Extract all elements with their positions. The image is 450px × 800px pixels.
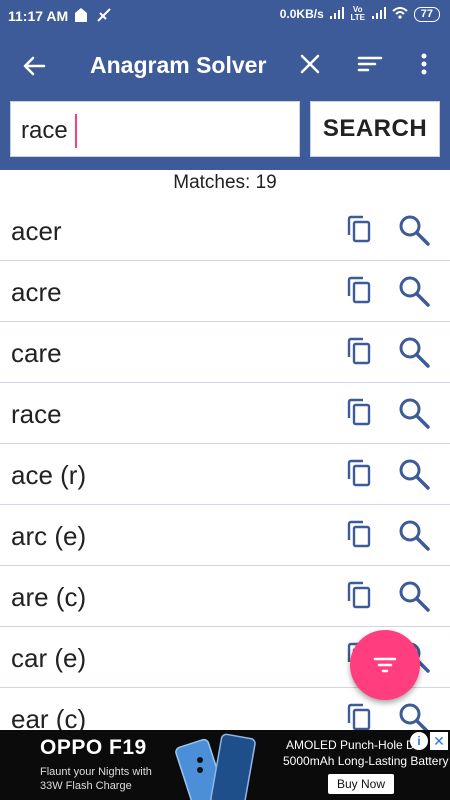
- list-item[interactable]: acre: [0, 261, 450, 322]
- list-item[interactable]: race: [0, 383, 450, 444]
- search-icon[interactable]: [396, 273, 432, 309]
- notification-icon: [96, 7, 112, 26]
- copy-icon[interactable]: [344, 396, 376, 428]
- search-icon[interactable]: [396, 517, 432, 553]
- search-row: SEARCH: [0, 98, 450, 170]
- list-item[interactable]: arc (e): [0, 505, 450, 566]
- ad-info-icon[interactable]: i: [410, 732, 428, 750]
- arrow-back-icon[interactable]: [18, 50, 50, 82]
- ad-banner[interactable]: OPPO F19 Flaunt your Nights with 33W Fla…: [0, 730, 450, 800]
- app-title: Anagram Solver: [90, 52, 267, 78]
- signal-icon: [329, 6, 344, 22]
- ad-close-icon[interactable]: ✕: [430, 732, 448, 750]
- search-icon[interactable]: [396, 456, 432, 492]
- list-item[interactable]: are (c): [0, 566, 450, 627]
- search-button[interactable]: SEARCH: [310, 101, 440, 157]
- filter-icon: [373, 657, 397, 673]
- search-icon[interactable]: [396, 334, 432, 370]
- sort-icon[interactable]: [356, 50, 384, 78]
- status-bar: 11:17 AM 0.0KB/s Vo LTE 77: [0, 0, 450, 32]
- list-item[interactable]: care: [0, 322, 450, 383]
- anagram-word: car (e): [11, 643, 87, 673]
- copy-icon[interactable]: [344, 579, 376, 611]
- text-cursor: [75, 114, 77, 148]
- battery-indicator: 77: [413, 6, 440, 22]
- wifi-icon: [392, 6, 408, 22]
- copy-icon[interactable]: [344, 274, 376, 306]
- search-box[interactable]: [10, 101, 300, 157]
- copy-icon[interactable]: [344, 213, 376, 245]
- anagram-word: race: [11, 399, 62, 429]
- copy-icon[interactable]: [344, 701, 376, 733]
- more-vert-icon[interactable]: [410, 50, 438, 78]
- ad-headline-1: AMOLED Punch-Hole Dis: [286, 738, 424, 752]
- ad-headline-2: 5000mAh Long-Lasting Battery: [283, 754, 449, 768]
- signal-icon-2: [371, 6, 386, 22]
- close-icon[interactable]: [296, 50, 324, 78]
- list-item[interactable]: acer: [0, 200, 450, 261]
- app-bar: Anagram Solver: [0, 32, 450, 98]
- search-icon[interactable]: [396, 212, 432, 248]
- anagram-word: acer: [11, 216, 62, 246]
- ad-brand: OPPO F19: [40, 736, 147, 759]
- search-icon[interactable]: [396, 578, 432, 614]
- copy-icon[interactable]: [344, 457, 376, 489]
- copy-icon[interactable]: [344, 335, 376, 367]
- search-input[interactable]: [21, 116, 281, 146]
- volte-label: Vo LTE: [350, 5, 365, 22]
- ad-phone-image: [170, 730, 270, 800]
- ad-subline-2: 33W Flash Charge: [40, 780, 132, 792]
- home-icon: [74, 7, 88, 26]
- list-item[interactable]: ace (r): [0, 444, 450, 505]
- network-speed: 0.0KB/s: [279, 7, 324, 21]
- status-time: 11:17 AM: [8, 8, 69, 24]
- copy-icon[interactable]: [344, 518, 376, 550]
- filter-fab-button[interactable]: [350, 630, 420, 700]
- ad-buy-now-button[interactable]: Buy Now: [328, 774, 395, 794]
- ad-subline-1: Flaunt your Nights with: [40, 766, 152, 778]
- anagram-word: care: [11, 338, 62, 368]
- matches-count: Matches: 19: [173, 172, 277, 193]
- search-icon[interactable]: [396, 395, 432, 431]
- anagram-word: are (c): [11, 582, 87, 612]
- anagram-word: arc (e): [11, 521, 87, 551]
- anagram-word: ace (r): [11, 460, 87, 490]
- status-right: 0.0KB/s Vo LTE 77: [280, 6, 440, 22]
- anagram-word: acre: [11, 277, 62, 307]
